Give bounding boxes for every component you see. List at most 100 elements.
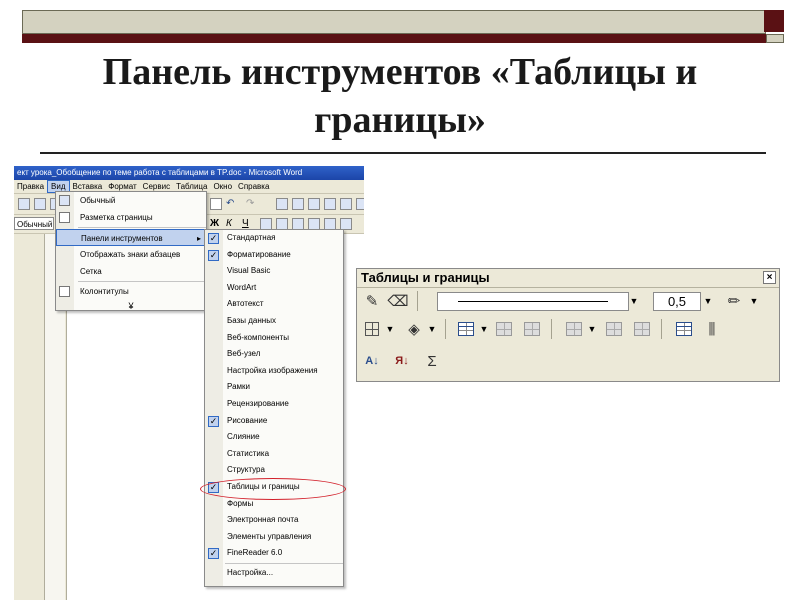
shading-color-icon[interactable]: ◈ bbox=[403, 318, 425, 340]
menu-item-toolbar[interactable]: Настройка изображения bbox=[205, 363, 343, 380]
toolbars-list: ✓ Стандартная ✓ Форматирование Visual Basic W… bbox=[205, 230, 343, 562]
menu-item-label: Отображать знаки абзацев bbox=[80, 250, 181, 259]
line-style-preview bbox=[458, 301, 608, 302]
insert-table-icon[interactable] bbox=[455, 318, 477, 340]
menu-item-toolbar[interactable]: Веб-узел bbox=[205, 346, 343, 363]
top-decoration-bar bbox=[22, 10, 766, 34]
menu-window[interactable]: Окно bbox=[210, 180, 235, 193]
menu-item-toolbar[interactable]: Слияние bbox=[205, 429, 343, 446]
checkmark-icon: ✓ bbox=[208, 548, 219, 560]
menu-item-toolbar[interactable]: WordArt bbox=[205, 280, 343, 297]
toolbar-separator bbox=[551, 319, 552, 339]
split-cells-icon[interactable] bbox=[521, 318, 543, 340]
menu-item-label: Рецензирование bbox=[227, 398, 289, 408]
menu-item-label: Сетка bbox=[80, 267, 102, 276]
menu-help[interactable]: Справка bbox=[235, 180, 272, 193]
menu-item-label: Стандартная bbox=[227, 233, 276, 242]
menu-item-toolbar[interactable]: Электронная почта bbox=[205, 512, 343, 529]
menu-item-toolbar[interactable]: Базы данных bbox=[205, 313, 343, 330]
toolbar-title: Таблицы и границы bbox=[361, 270, 490, 285]
draw-table-icon[interactable]: ✎ bbox=[361, 290, 383, 312]
menu-item-label: Автотекст bbox=[227, 299, 264, 309]
menu-item-toolbar[interactable]: Рецензирование bbox=[205, 396, 343, 413]
redo-icon[interactable]: ↷ bbox=[246, 198, 258, 210]
table-autoformat-icon[interactable] bbox=[673, 318, 695, 340]
toolbars-submenu: ✓ Стандартная ✓ Форматирование Visual Basic W… bbox=[204, 229, 344, 587]
chevron-down-icon[interactable]: ▼ bbox=[629, 290, 639, 312]
window-title: ект урока_Обобщение по теме работа с таб… bbox=[14, 166, 364, 180]
menu-item-grid[interactable]: Сетка bbox=[56, 263, 206, 280]
expand-menu-icon[interactable]: ¥ bbox=[56, 300, 206, 312]
menu-item-toolbar[interactable]: Автотекст bbox=[205, 296, 343, 313]
chevron-down-icon[interactable]: ▼ bbox=[749, 290, 759, 312]
distribute-rows-icon[interactable] bbox=[603, 318, 625, 340]
menu-item-toolbar[interactable]: Рамки bbox=[205, 379, 343, 396]
title-underline bbox=[40, 152, 766, 154]
undo-icon[interactable]: ↶ bbox=[226, 198, 238, 210]
autosum-icon[interactable]: Σ bbox=[421, 350, 443, 372]
menu-item-label: WordArt bbox=[227, 282, 257, 292]
style-select[interactable]: Обычный (веб) bbox=[14, 217, 54, 230]
menu-item-toolbar[interactable]: Веб-компоненты bbox=[205, 330, 343, 347]
columns-icon[interactable] bbox=[340, 198, 352, 210]
menu-item-toolbar[interactable]: ✓ Стандартная bbox=[205, 230, 343, 247]
menu-item-label: Элементы управления bbox=[227, 531, 312, 541]
menu-item-label: Слияние bbox=[227, 432, 260, 442]
menu-item-header-footer[interactable]: Колонтитулы bbox=[56, 283, 206, 300]
border-color-icon[interactable]: ✏ bbox=[723, 290, 745, 312]
format-painter-icon[interactable] bbox=[210, 198, 222, 210]
eraser-icon[interactable]: ⌫ bbox=[387, 290, 409, 312]
submenu-arrow-icon: ▸ bbox=[196, 234, 201, 243]
menu-item-label: Панели инструментов bbox=[81, 234, 163, 243]
menu-item-toolbar[interactable]: Статистика bbox=[205, 446, 343, 463]
tables-borders-icon[interactable] bbox=[292, 198, 304, 210]
menu-item-label: Visual Basic bbox=[227, 266, 271, 276]
menu-item-toolbar[interactable]: ✓ FineReader 6.0 bbox=[205, 545, 343, 562]
text-direction-icon[interactable]: ⫼ bbox=[701, 318, 723, 340]
menu-item-label: Веб-узел bbox=[227, 349, 261, 359]
sort-descending-icon[interactable]: Я↓ bbox=[391, 350, 413, 372]
menu-separator bbox=[225, 562, 343, 564]
insert-table-icon[interactable] bbox=[308, 198, 320, 210]
toolbar-row-1: ✎ ⌫ ▼ 0,5 ▼ ✏ ▼ bbox=[357, 287, 779, 315]
menu-item-normal[interactable]: Обычный bbox=[56, 192, 206, 209]
menu-item-toolbar[interactable]: Структура bbox=[205, 462, 343, 479]
normal-view-icon bbox=[59, 195, 70, 206]
menu-edit[interactable]: Правка bbox=[14, 180, 47, 193]
chevron-down-icon[interactable]: ▼ bbox=[427, 318, 437, 340]
slide-title: Панель инструментов «Таблицы и границы» bbox=[102, 51, 698, 141]
menu-item-label: Обычный bbox=[80, 196, 116, 205]
menu-item-label: Структура bbox=[227, 465, 265, 475]
line-style-select[interactable] bbox=[437, 292, 629, 311]
menu-item-label: Рисование bbox=[227, 415, 268, 425]
corner-decoration bbox=[764, 10, 784, 32]
borders-icon[interactable] bbox=[361, 318, 383, 340]
insert-excel-icon[interactable] bbox=[324, 198, 336, 210]
distribute-columns-icon[interactable] bbox=[631, 318, 653, 340]
header-footer-icon bbox=[59, 286, 70, 297]
merge-cells-icon[interactable] bbox=[493, 318, 515, 340]
menu-item-page-layout[interactable]: Разметка страницы bbox=[56, 209, 206, 226]
hyperlink-icon[interactable] bbox=[276, 198, 288, 210]
menu-item-label: Колонтитулы bbox=[80, 287, 129, 296]
menu-item-toolbar[interactable]: Visual Basic bbox=[205, 263, 343, 280]
close-icon[interactable]: × bbox=[763, 271, 776, 284]
menu-item-show-paragraph-marks[interactable]: Отображать знаки абзацев bbox=[56, 246, 206, 263]
save-icon[interactable] bbox=[18, 198, 30, 210]
drawing-icon[interactable] bbox=[356, 198, 364, 210]
menu-item-toolbar[interactable]: ✓ Рисование bbox=[205, 413, 343, 430]
toolbar-row-2: ▼ ◈ ▼ ▼ ▼ ⫼ bbox=[357, 315, 779, 343]
chevron-down-icon[interactable]: ▼ bbox=[587, 318, 597, 340]
align-cell-icon[interactable] bbox=[563, 318, 585, 340]
menu-item-toolbar[interactable]: ✓ Форматирование bbox=[205, 247, 343, 264]
line-weight-select[interactable]: 0,5 bbox=[653, 292, 701, 311]
chevron-down-icon[interactable]: ▼ bbox=[703, 290, 713, 312]
menu-item-toolbars[interactable]: Панели инструментов ▸ bbox=[56, 229, 206, 246]
menu-item-label: FineReader 6.0 bbox=[227, 548, 283, 558]
sort-ascending-icon[interactable]: А↓ bbox=[361, 350, 383, 372]
menu-item-toolbar[interactable]: Элементы управления bbox=[205, 529, 343, 546]
menu-item-customize[interactable]: Настройка... bbox=[205, 565, 343, 582]
permission-icon[interactable] bbox=[34, 198, 46, 210]
chevron-down-icon[interactable]: ▼ bbox=[385, 318, 395, 340]
chevron-down-icon[interactable]: ▼ bbox=[479, 318, 489, 340]
